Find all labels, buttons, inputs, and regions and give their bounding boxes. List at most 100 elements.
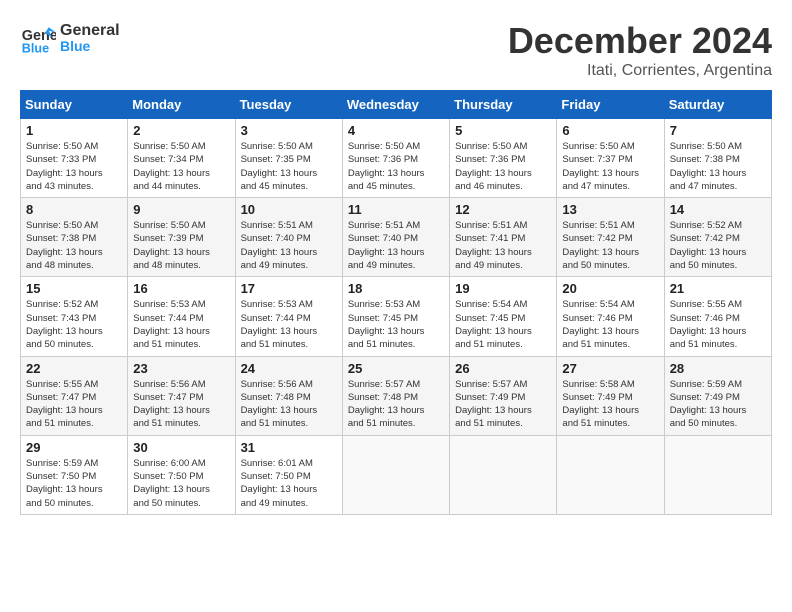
calendar-cell: 5 Sunrise: 5:50 AM Sunset: 7:36 PM Daylig… [450, 119, 557, 198]
day-info: Sunrise: 5:50 AM Sunset: 7:34 PM Dayligh… [133, 140, 229, 193]
day-info: Sunrise: 5:50 AM Sunset: 7:36 PM Dayligh… [455, 140, 551, 193]
day-number: 21 [670, 281, 766, 296]
day-info: Sunrise: 6:01 AM Sunset: 7:50 PM Dayligh… [241, 457, 337, 510]
day-info: Sunrise: 6:00 AM Sunset: 7:50 PM Dayligh… [133, 457, 229, 510]
calendar-cell [664, 435, 771, 514]
calendar-cell: 3 Sunrise: 5:50 AM Sunset: 7:35 PM Daylig… [235, 119, 342, 198]
calendar-cell: 29 Sunrise: 5:59 AM Sunset: 7:50 PM Dayli… [21, 435, 128, 514]
day-number: 28 [670, 361, 766, 376]
calendar-cell: 16 Sunrise: 5:53 AM Sunset: 7:44 PM Dayli… [128, 277, 235, 356]
calendar-cell: 8 Sunrise: 5:50 AM Sunset: 7:38 PM Daylig… [21, 198, 128, 277]
day-number: 1 [26, 123, 122, 138]
day-number: 8 [26, 202, 122, 217]
calendar-cell: 6Sunrise: 5:50 AM Sunset: 7:37 PM Daylig… [557, 119, 664, 198]
day-info: Sunrise: 5:57 AM Sunset: 7:49 PM Dayligh… [455, 378, 551, 431]
calendar-cell: 11 Sunrise: 5:51 AM Sunset: 7:40 PM Dayli… [342, 198, 449, 277]
day-info: Sunrise: 5:56 AM Sunset: 7:47 PM Dayligh… [133, 378, 229, 431]
calendar-cell: 22Sunrise: 5:55 AM Sunset: 7:47 PM Dayli… [21, 356, 128, 435]
calendar-cell: 12 Sunrise: 5:51 AM Sunset: 7:41 PM Dayli… [450, 198, 557, 277]
calendar-cell: 26 Sunrise: 5:57 AM Sunset: 7:49 PM Dayli… [450, 356, 557, 435]
calendar-week-row: 15 Sunrise: 5:52 AM Sunset: 7:43 PM Dayli… [21, 277, 772, 356]
day-info: Sunrise: 5:59 AM Sunset: 7:50 PM Dayligh… [26, 457, 122, 510]
day-number: 18 [348, 281, 444, 296]
day-info: Sunrise: 5:51 AM Sunset: 7:41 PM Dayligh… [455, 219, 551, 272]
calendar-cell: 27Sunrise: 5:58 AM Sunset: 7:49 PM Dayli… [557, 356, 664, 435]
calendar-cell: 13 Sunrise: 5:51 AM Sunset: 7:42 PM Dayli… [557, 198, 664, 277]
logo-text-line1: General [60, 22, 120, 40]
day-info: Sunrise: 5:50 AM Sunset: 7:33 PM Dayligh… [26, 140, 122, 193]
day-number: 15 [26, 281, 122, 296]
weekday-header: Wednesday [342, 91, 449, 119]
day-number: 23 [133, 361, 229, 376]
day-number: 2 [133, 123, 229, 138]
day-number: 5 [455, 123, 551, 138]
day-info: Sunrise: 5:59 AM Sunset: 7:49 PM Dayligh… [670, 378, 766, 431]
calendar-cell: 20Sunrise: 5:54 AM Sunset: 7:46 PM Dayli… [557, 277, 664, 356]
calendar-week-row: 8 Sunrise: 5:50 AM Sunset: 7:38 PM Daylig… [21, 198, 772, 277]
calendar-cell: 4 Sunrise: 5:50 AM Sunset: 7:36 PM Daylig… [342, 119, 449, 198]
calendar-cell: 21 Sunrise: 5:55 AM Sunset: 7:46 PM Dayli… [664, 277, 771, 356]
calendar-cell: 14Sunrise: 5:52 AM Sunset: 7:42 PM Dayli… [664, 198, 771, 277]
day-number: 9 [133, 202, 229, 217]
calendar-cell: 1 Sunrise: 5:50 AM Sunset: 7:33 PM Daylig… [21, 119, 128, 198]
day-info: Sunrise: 5:51 AM Sunset: 7:40 PM Dayligh… [348, 219, 444, 272]
location-title: Itati, Corrientes, Argentina [508, 62, 772, 80]
day-info: Sunrise: 5:50 AM Sunset: 7:39 PM Dayligh… [133, 219, 229, 272]
calendar-cell: 9 Sunrise: 5:50 AM Sunset: 7:39 PM Daylig… [128, 198, 235, 277]
day-info: Sunrise: 5:50 AM Sunset: 7:35 PM Dayligh… [241, 140, 337, 193]
day-info: Sunrise: 5:50 AM Sunset: 7:38 PM Dayligh… [670, 140, 766, 193]
calendar-cell: 25 Sunrise: 5:57 AM Sunset: 7:48 PM Dayli… [342, 356, 449, 435]
calendar-header-row: SundayMondayTuesdayWednesdayThursdayFrid… [21, 91, 772, 119]
day-info: Sunrise: 5:54 AM Sunset: 7:45 PM Dayligh… [455, 298, 551, 351]
day-info: Sunrise: 5:56 AM Sunset: 7:48 PM Dayligh… [241, 378, 337, 431]
calendar-cell: 15 Sunrise: 5:52 AM Sunset: 7:43 PM Dayli… [21, 277, 128, 356]
day-number: 26 [455, 361, 551, 376]
calendar-cell: 28 Sunrise: 5:59 AM Sunset: 7:49 PM Dayli… [664, 356, 771, 435]
calendar-cell: 19 Sunrise: 5:54 AM Sunset: 7:45 PM Dayli… [450, 277, 557, 356]
day-info: Sunrise: 5:53 AM Sunset: 7:44 PM Dayligh… [133, 298, 229, 351]
day-number: 16 [133, 281, 229, 296]
day-number: 22 [26, 361, 122, 376]
day-info: Sunrise: 5:53 AM Sunset: 7:44 PM Dayligh… [241, 298, 337, 351]
day-number: 11 [348, 202, 444, 217]
calendar-cell: 31 Sunrise: 6:01 AM Sunset: 7:50 PM Dayli… [235, 435, 342, 514]
calendar-week-row: 22Sunrise: 5:55 AM Sunset: 7:47 PM Dayli… [21, 356, 772, 435]
day-number: 7 [670, 123, 766, 138]
day-info: Sunrise: 5:57 AM Sunset: 7:48 PM Dayligh… [348, 378, 444, 431]
calendar-cell: 10 Sunrise: 5:51 AM Sunset: 7:40 PM Dayli… [235, 198, 342, 277]
day-number: 19 [455, 281, 551, 296]
day-number: 25 [348, 361, 444, 376]
day-number: 13 [562, 202, 658, 217]
title-area: December 2024 Itati, Corrientes, Argenti… [508, 20, 772, 80]
day-number: 31 [241, 440, 337, 455]
day-number: 6 [562, 123, 658, 138]
day-info: Sunrise: 5:50 AM Sunset: 7:38 PM Dayligh… [26, 219, 122, 272]
svg-text:Blue: Blue [22, 41, 49, 55]
weekday-header: Saturday [664, 91, 771, 119]
weekday-header: Tuesday [235, 91, 342, 119]
calendar-cell [557, 435, 664, 514]
day-number: 10 [241, 202, 337, 217]
day-info: Sunrise: 5:50 AM Sunset: 7:36 PM Dayligh… [348, 140, 444, 193]
page-header: General Blue General Blue December 2024 … [20, 20, 772, 80]
day-number: 14 [670, 202, 766, 217]
day-number: 27 [562, 361, 658, 376]
day-info: Sunrise: 5:52 AM Sunset: 7:43 PM Dayligh… [26, 298, 122, 351]
day-info: Sunrise: 5:51 AM Sunset: 7:42 PM Dayligh… [562, 219, 658, 272]
day-number: 4 [348, 123, 444, 138]
day-info: Sunrise: 5:51 AM Sunset: 7:40 PM Dayligh… [241, 219, 337, 272]
calendar-cell: 17 Sunrise: 5:53 AM Sunset: 7:44 PM Dayli… [235, 277, 342, 356]
calendar-table: SundayMondayTuesdayWednesdayThursdayFrid… [20, 90, 772, 515]
month-title: December 2024 [508, 20, 772, 62]
day-number: 30 [133, 440, 229, 455]
day-number: 17 [241, 281, 337, 296]
day-number: 29 [26, 440, 122, 455]
day-number: 3 [241, 123, 337, 138]
day-number: 12 [455, 202, 551, 217]
logo: General Blue General Blue [20, 20, 120, 56]
weekday-header: Sunday [21, 91, 128, 119]
day-info: Sunrise: 5:55 AM Sunset: 7:46 PM Dayligh… [670, 298, 766, 351]
calendar-cell [342, 435, 449, 514]
logo-text-line2: Blue [60, 39, 120, 54]
calendar-cell: 23 Sunrise: 5:56 AM Sunset: 7:47 PM Dayli… [128, 356, 235, 435]
